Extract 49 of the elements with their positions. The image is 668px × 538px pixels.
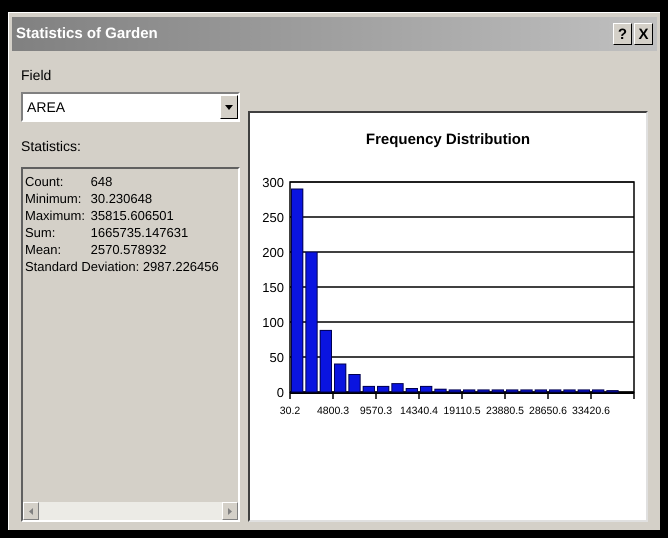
scroll-left-icon[interactable] — [23, 502, 39, 520]
y-tick-label: 250 — [262, 210, 284, 224]
histogram-bar — [320, 329, 332, 392]
y-tick-label: 200 — [262, 244, 284, 260]
field-label: Field — [21, 66, 52, 85]
statistic-line: Count: 648 — [25, 173, 114, 190]
y-tick-label: 300 — [262, 174, 284, 190]
x-tick-label: 19110.5 — [443, 404, 481, 416]
statistic-line: Maximum: 35815.606501 — [25, 207, 175, 224]
horizontal-scrollbar[interactable] — [23, 502, 238, 520]
histogram-bar — [592, 388, 604, 392]
statistic-line: Mean: 2570.578932 — [25, 241, 168, 258]
histogram-bar — [434, 388, 447, 392]
chart-title: Frequency Distribution — [366, 130, 530, 150]
histogram-bar — [348, 374, 361, 392]
y-tick-label: 100 — [262, 314, 284, 330]
close-button[interactable]: X — [634, 23, 653, 45]
x-tick-label: 14340.4 — [400, 404, 438, 416]
help-button[interactable]: ? — [613, 23, 632, 45]
window-title: Statistics of Garden — [16, 24, 158, 44]
histogram-bar — [520, 388, 533, 392]
y-tick-label: 0 — [276, 384, 284, 400]
histogram-bar — [549, 388, 562, 392]
histogram-bar — [492, 388, 504, 392]
histogram-bar — [534, 388, 547, 392]
scroll-right-icon[interactable] — [222, 502, 238, 520]
x-tick-label: 28650.6 — [529, 404, 567, 416]
histogram-bar — [334, 363, 346, 392]
x-tick-label: 23880.5 — [486, 404, 524, 416]
statistics-label: Statistics: — [21, 137, 82, 156]
histogram-bar — [391, 382, 404, 392]
histogram-bar — [578, 388, 590, 392]
y-tick-label: 50 — [270, 350, 284, 364]
histogram-bar — [406, 388, 418, 392]
histogram-bar — [506, 388, 518, 392]
histogram-bar — [606, 390, 619, 392]
x-tick-label: 9570.3 — [360, 404, 392, 416]
y-tick-label: 150 — [262, 280, 284, 294]
statistic-line: Sum: 1665735.147631 — [25, 224, 190, 241]
statistic-line: Standard Deviation: 2987.226456 — [25, 258, 220, 275]
histogram-bar — [563, 388, 576, 392]
statistic-line: Minimum: 30.230648 — [25, 190, 154, 207]
field-dropdown[interactable]: AREA — [21, 92, 240, 122]
histogram-bar — [448, 388, 461, 392]
x-tick-label: 4800.3 — [316, 404, 350, 416]
x-tick-label: 30.2 — [280, 404, 300, 416]
x-tick-label: 33420.6 — [572, 404, 610, 416]
histogram-bar — [463, 388, 476, 392]
histogram-bar — [477, 388, 490, 392]
